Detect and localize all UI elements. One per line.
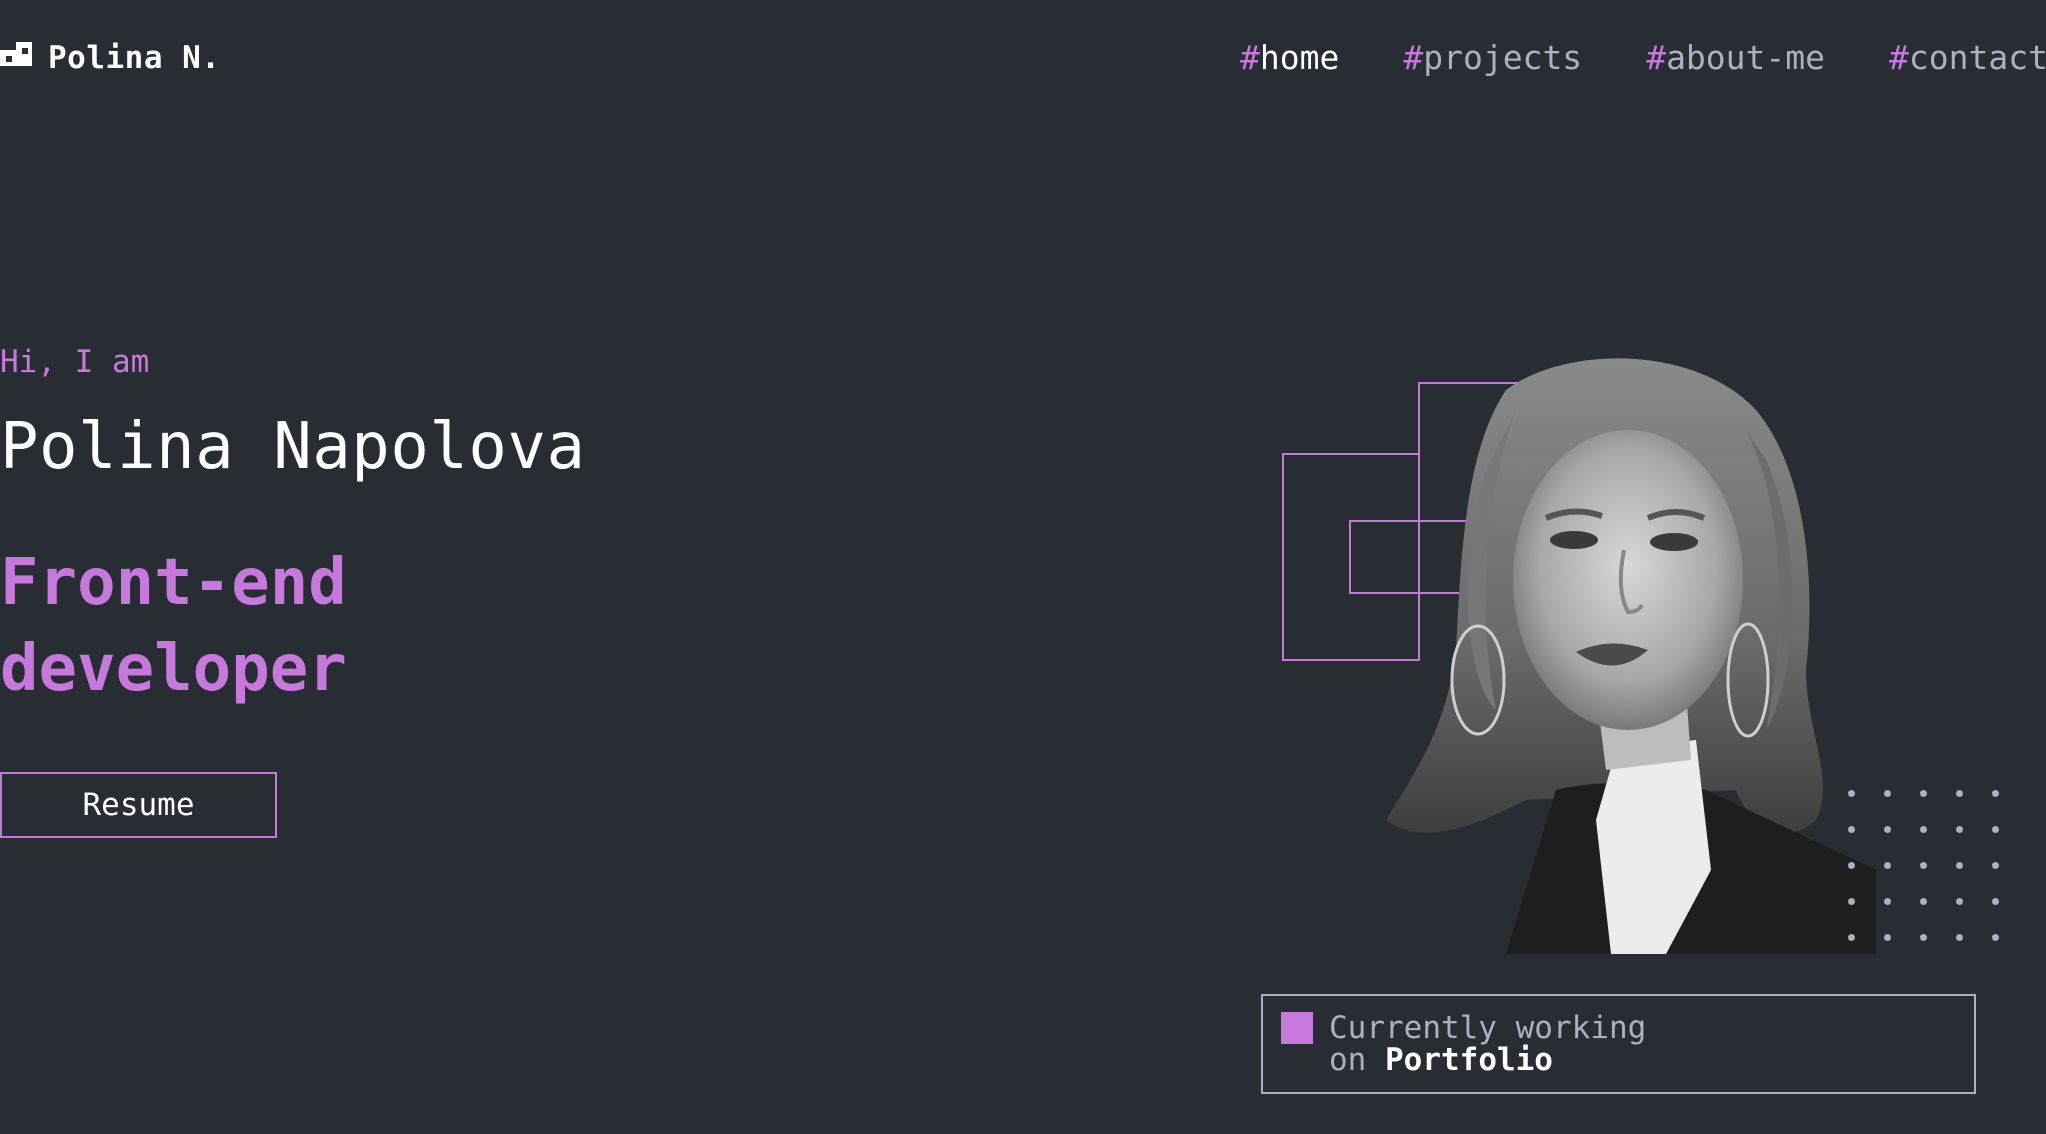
logo-text: Polina N.	[48, 40, 221, 76]
decor-dot	[1884, 790, 1891, 797]
nav-label-home: home	[1259, 38, 1340, 77]
decor-dot	[1920, 790, 1927, 797]
decor-dot-grid	[1848, 790, 2000, 942]
nav-label-projects: projects	[1423, 38, 1583, 77]
decor-dot	[1956, 898, 1963, 905]
resume-button[interactable]: Resume	[0, 772, 277, 838]
decor-dot	[1884, 898, 1891, 905]
site-logo[interactable]: Polina N.	[0, 40, 220, 76]
current-work-status: Currently working on Portfolio	[1261, 994, 1976, 1094]
hero-role-line1: Front-end	[0, 546, 347, 620]
decor-dot	[1848, 790, 1855, 797]
hero-greeting: Hi, I am	[0, 344, 150, 380]
status-line2: on Portfolio	[1329, 1044, 1646, 1076]
decor-dot	[1920, 862, 1927, 869]
nav-hash: #	[1403, 38, 1424, 77]
hero-name: Polina Napolova	[0, 410, 586, 484]
status-text: Currently working on Portfolio	[1329, 1012, 1646, 1076]
decor-dot	[1956, 826, 1963, 833]
main-nav: #home #projects #about-me #contacts	[1240, 38, 2046, 77]
decor-dot	[1848, 898, 1855, 905]
nav-label-about-me: about-me	[1666, 38, 1826, 77]
decor-dot	[1920, 826, 1927, 833]
decor-dot	[1956, 790, 1963, 797]
status-project: Portfolio	[1385, 1042, 1553, 1078]
nav-label-contacts: contacts	[1908, 38, 2046, 77]
nav-item-contacts[interactable]: #contacts	[1889, 38, 2046, 77]
decor-dot	[1920, 898, 1927, 905]
status-prefix: on	[1329, 1042, 1367, 1078]
decor-dot	[1992, 862, 1999, 869]
decor-dot	[1992, 898, 1999, 905]
status-square-icon	[1281, 1012, 1313, 1044]
hero-role-line2: developer	[0, 632, 347, 706]
decor-dot	[1992, 826, 1999, 833]
nav-hash: #	[1646, 38, 1667, 77]
decor-dot	[1956, 862, 1963, 869]
nav-item-about-me[interactable]: #about-me	[1646, 38, 1825, 77]
nav-hash: #	[1889, 38, 1909, 77]
portrait-photo	[1386, 358, 1876, 954]
status-line1: Currently working	[1329, 1010, 1647, 1046]
logo-icon	[0, 42, 32, 66]
decor-dot	[1848, 862, 1855, 869]
decor-dot	[1884, 934, 1891, 941]
decor-dot	[1848, 934, 1855, 941]
decor-dot	[1956, 934, 1963, 941]
decor-dot	[1920, 934, 1927, 941]
decor-dot	[1848, 826, 1855, 833]
decor-dot	[1884, 826, 1891, 833]
nav-item-home[interactable]: #home	[1240, 38, 1339, 77]
decor-dot	[1992, 934, 1999, 941]
decor-dot	[1992, 790, 1999, 797]
hero-role: Front-end developer	[0, 540, 347, 712]
nav-item-projects[interactable]: #projects	[1403, 38, 1582, 77]
nav-hash: #	[1240, 38, 1260, 77]
decor-dot	[1884, 862, 1891, 869]
